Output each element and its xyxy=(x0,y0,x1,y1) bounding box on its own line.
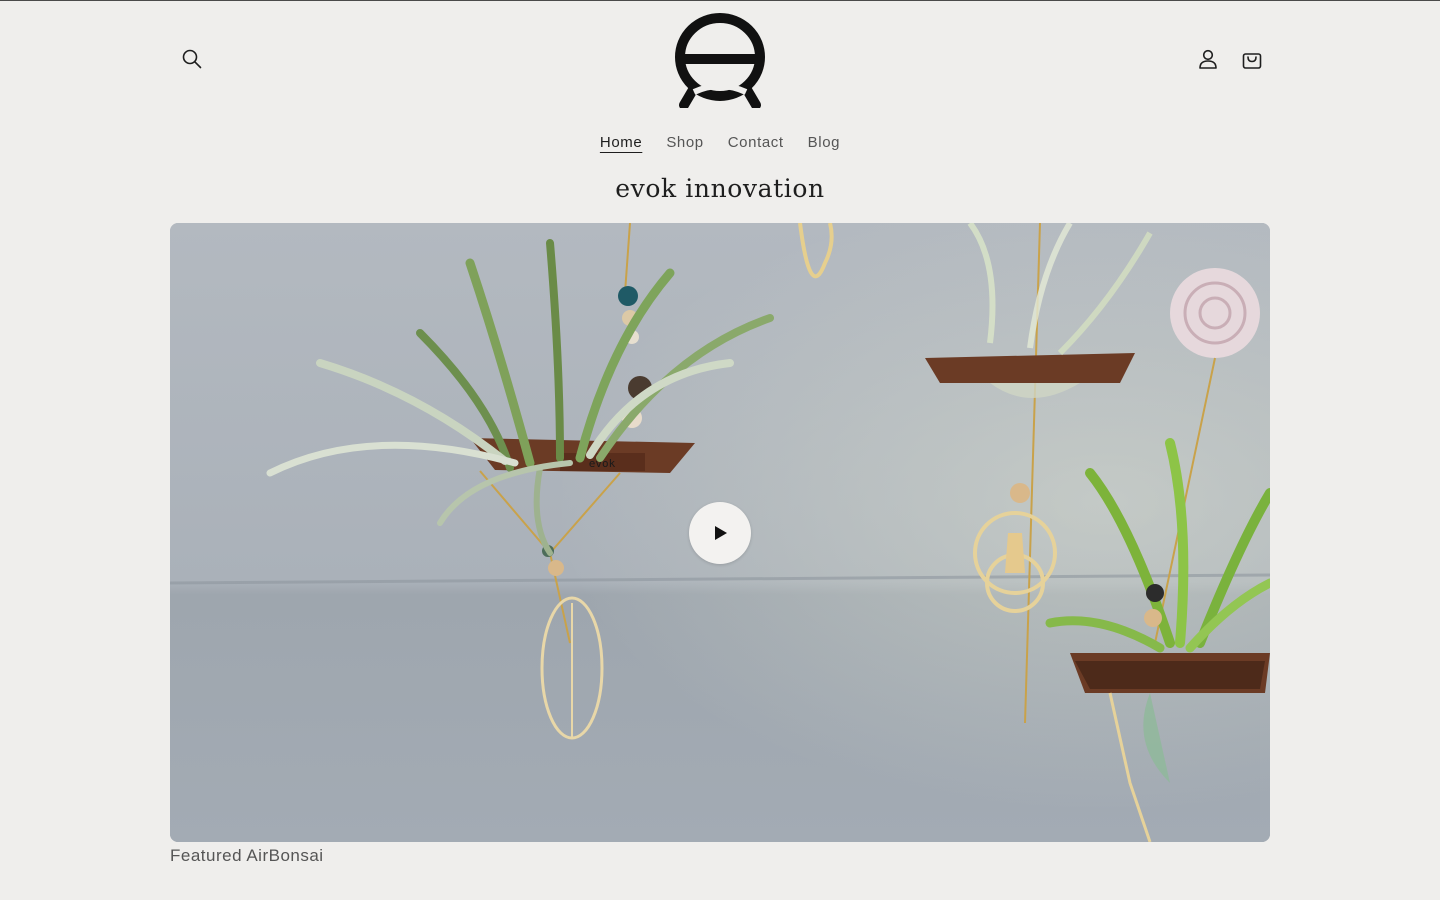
nav-item-shop[interactable]: Shop xyxy=(654,126,715,162)
video-caption: Featured AirBonsai xyxy=(170,846,324,865)
cart-icon xyxy=(1242,53,1262,69)
page-title: evok innovation xyxy=(615,174,825,203)
account-button[interactable] xyxy=(1186,37,1230,81)
main-nav: Home Shop Contact Blog xyxy=(0,126,1440,162)
evok-logo xyxy=(675,13,765,110)
nav-item-contact[interactable]: Contact xyxy=(716,126,796,162)
play-icon xyxy=(715,526,727,540)
search-button[interactable] xyxy=(170,37,214,81)
nav-item-blog[interactable]: Blog xyxy=(796,126,852,162)
site-header: Home Shop Contact Blog xyxy=(0,0,1440,170)
site-logo[interactable] xyxy=(672,10,768,110)
cart-button[interactable] xyxy=(1230,37,1274,81)
play-button[interactable] xyxy=(689,502,751,564)
user-icon xyxy=(1199,49,1217,69)
search-icon xyxy=(182,49,202,69)
featured-video[interactable]: evok xyxy=(170,223,1270,842)
nav-item-home[interactable]: Home xyxy=(588,126,654,162)
